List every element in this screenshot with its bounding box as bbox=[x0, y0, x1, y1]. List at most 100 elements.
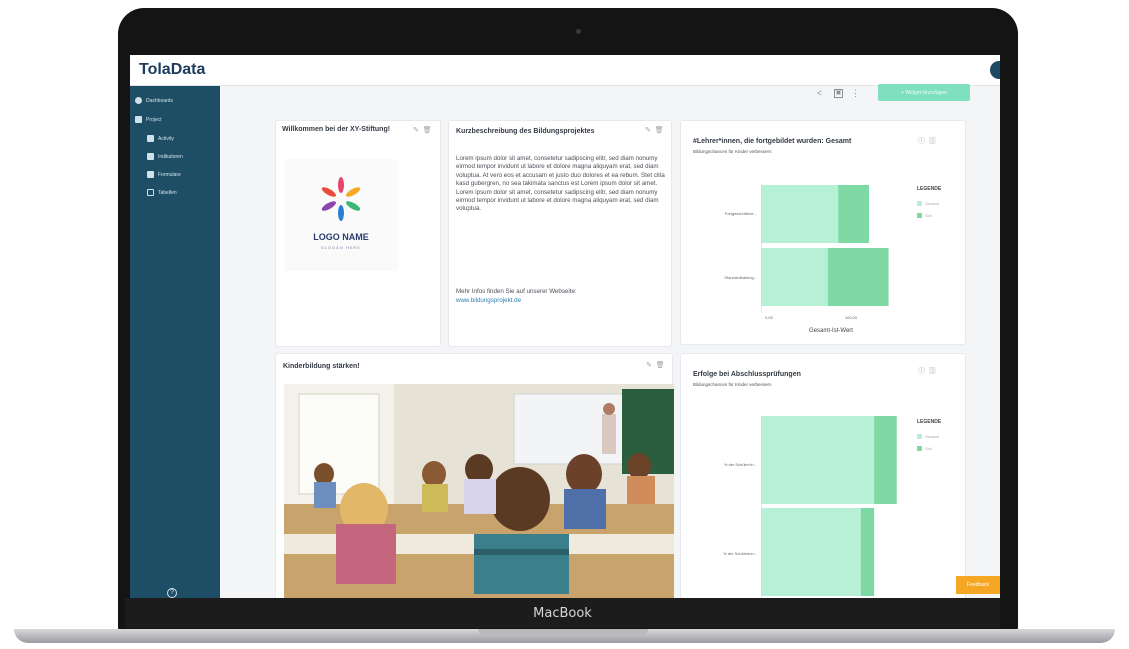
bar-soll-1[interactable] bbox=[860, 508, 875, 596]
delete-icon[interactable]: 🗑 bbox=[423, 127, 432, 134]
legend-label: Soll bbox=[925, 213, 932, 218]
image-card: Kinderbildung stärken! ✎ 🗑 bbox=[275, 353, 674, 598]
category-label: Standardtraining... bbox=[724, 275, 757, 280]
delete-icon[interactable]: 🗑 bbox=[656, 362, 665, 369]
logo-slogan: SLOGAN HERE bbox=[321, 245, 361, 250]
sidebar-item-label: Formulare bbox=[158, 171, 181, 178]
x-axis-label: Gesamt-Ist-Wert bbox=[809, 328, 853, 334]
sidebar-item-forms[interactable]: Formulare bbox=[147, 171, 181, 178]
legend-item: Soll bbox=[917, 213, 932, 218]
card-title: Kinderbildung stärken! bbox=[283, 363, 360, 370]
card-title: #Lehrer*innen, die fortgebildet wurden: … bbox=[693, 138, 852, 145]
legend-swatch bbox=[917, 434, 922, 439]
camera bbox=[576, 29, 581, 34]
legend-label: Gesamt bbox=[925, 434, 940, 439]
sidebar-item-label: Activity bbox=[158, 135, 174, 142]
card-tools: ✎ 🗑 bbox=[413, 126, 432, 134]
sidebar: Dashboards Project Activity Indikatoren … bbox=[130, 86, 220, 598]
category-label: % der Schüler*in... bbox=[723, 462, 757, 467]
more-icon[interactable]: ⋮ bbox=[851, 89, 860, 98]
legend-label: Soll bbox=[925, 446, 932, 451]
expand-icon[interactable]: ▥ bbox=[929, 368, 936, 375]
sidebar-item-label: Indikatoren bbox=[158, 153, 183, 160]
top-bar: TolaData bbox=[130, 55, 1000, 86]
add-widget-button[interactable]: + Widget hinzufügen bbox=[878, 84, 970, 101]
legend-swatch bbox=[917, 213, 922, 218]
description-body: Lorem ipsum dolor sit amet, consetetur s… bbox=[456, 155, 665, 213]
legend-item: Gesamt bbox=[917, 434, 939, 439]
exam-success-chart-card: Erfolge bei Abschlussprüfungen Bildungsc… bbox=[680, 353, 966, 598]
info-icon[interactable]: ⓘ bbox=[918, 138, 925, 145]
welcome-card: Willkommen bei der XY-Stiftung! ✎ 🗑 LOGO… bbox=[275, 120, 441, 347]
sidebar-item-label: Project bbox=[146, 116, 162, 123]
more-info-text: Mehr Infos finden Sie auf unserer Websei… bbox=[456, 288, 577, 295]
teachers-trained-chart-card: #Lehrer*innen, die fortgebildet wurden: … bbox=[680, 120, 966, 345]
sidebar-item-label: Dashboards bbox=[146, 97, 173, 104]
avatar[interactable] bbox=[990, 61, 1000, 79]
logo-mark-icon bbox=[321, 177, 361, 221]
bar-gesamt-1[interactable] bbox=[761, 508, 861, 596]
grid-icon bbox=[147, 135, 154, 142]
description-card: Kurzbeschreibung des Bildungsprojektes ✎… bbox=[448, 120, 672, 347]
bar-soll-0[interactable] bbox=[874, 416, 897, 504]
sidebar-item-label: Tabellen bbox=[158, 189, 177, 196]
edit-icon[interactable]: ✎ bbox=[646, 362, 652, 369]
card-tools: ✎ 🗑 bbox=[645, 126, 664, 134]
app-logo[interactable]: TolaData bbox=[139, 61, 205, 79]
bar-gesamt-0[interactable] bbox=[761, 185, 839, 243]
device-brand: MacBook bbox=[533, 606, 592, 621]
classroom-photo bbox=[284, 384, 674, 598]
tick-label: 0,00 bbox=[765, 315, 773, 320]
sidebar-item-dashboards[interactable]: Dashboards bbox=[135, 97, 173, 104]
document-icon bbox=[147, 171, 154, 178]
sidebar-item-activity[interactable]: Activity bbox=[147, 135, 174, 142]
legend-label: Gesamt bbox=[925, 201, 940, 206]
laptop-notch bbox=[478, 629, 648, 635]
sidebar-item-indicators[interactable]: Indikatoren bbox=[147, 153, 183, 160]
chart-plot bbox=[761, 416, 897, 598]
legend-swatch bbox=[917, 446, 922, 451]
card-subtitle: Bildungschancen für Kinder verbessern bbox=[693, 149, 772, 154]
card-title: Willkommen bei der XY-Stiftung! bbox=[282, 126, 391, 133]
chart-plot bbox=[761, 183, 889, 313]
card-subtitle: Bildungschancen für Kinder verbessern bbox=[693, 382, 772, 387]
bar-soll-1[interactable] bbox=[827, 248, 889, 306]
legend-swatch bbox=[917, 201, 922, 206]
legend-title: LEGENDE bbox=[917, 186, 942, 192]
edit-icon[interactable]: ✎ bbox=[413, 127, 419, 134]
category-label: Fortgeschrittene... bbox=[724, 211, 757, 216]
share-icon[interactable]: < bbox=[815, 89, 824, 98]
sidebar-item-tables[interactable]: Tabellen bbox=[147, 189, 177, 196]
laptop-bezel-bottom: MacBook bbox=[125, 598, 1000, 628]
table-icon bbox=[147, 189, 154, 196]
edit-icon[interactable]: ✎ bbox=[645, 127, 651, 134]
delete-icon[interactable]: 🗑 bbox=[655, 127, 664, 134]
card-tools: ⓘ ▥ bbox=[918, 136, 936, 146]
legend-title: LEGENDE bbox=[917, 419, 942, 425]
card-title: Erfolge bei Abschlussprüfungen bbox=[693, 371, 801, 378]
bar-chart-icon bbox=[147, 153, 154, 160]
logo-name: LOGO NAME bbox=[313, 232, 369, 242]
classroom-illustration bbox=[284, 384, 674, 598]
project-website-link[interactable]: www.bildungsprojekt.de bbox=[456, 297, 521, 304]
legend-item: Gesamt bbox=[917, 201, 939, 206]
category-label: % der Schülerinn... bbox=[723, 551, 757, 556]
bar-gesamt-0[interactable] bbox=[761, 416, 875, 504]
grid-icon bbox=[135, 116, 142, 123]
tick-label: 100,00 bbox=[844, 315, 858, 320]
expand-icon[interactable]: ▥ bbox=[929, 138, 936, 145]
info-icon[interactable]: ⓘ bbox=[918, 368, 925, 375]
logo-box: LOGO NAME SLOGAN HERE bbox=[284, 159, 398, 271]
card-tools: ⓘ ▥ bbox=[918, 366, 936, 376]
gauge-icon bbox=[135, 97, 142, 104]
card-tools: ✎ 🗑 bbox=[646, 361, 665, 369]
save-icon[interactable]: ▣ bbox=[834, 89, 843, 98]
feedback-badge[interactable]: Feedback bbox=[956, 576, 1000, 594]
sidebar-item-project[interactable]: Project bbox=[135, 116, 162, 123]
screen: TolaData Dashboards Project Activity Ind… bbox=[130, 55, 1000, 598]
legend-item: Soll bbox=[917, 446, 932, 451]
card-title: Kurzbeschreibung des Bildungsprojektes bbox=[456, 128, 595, 135]
help-icon[interactable]: ? bbox=[167, 588, 177, 598]
bar-gesamt-1[interactable] bbox=[761, 248, 828, 306]
bar-soll-0[interactable] bbox=[838, 185, 869, 243]
